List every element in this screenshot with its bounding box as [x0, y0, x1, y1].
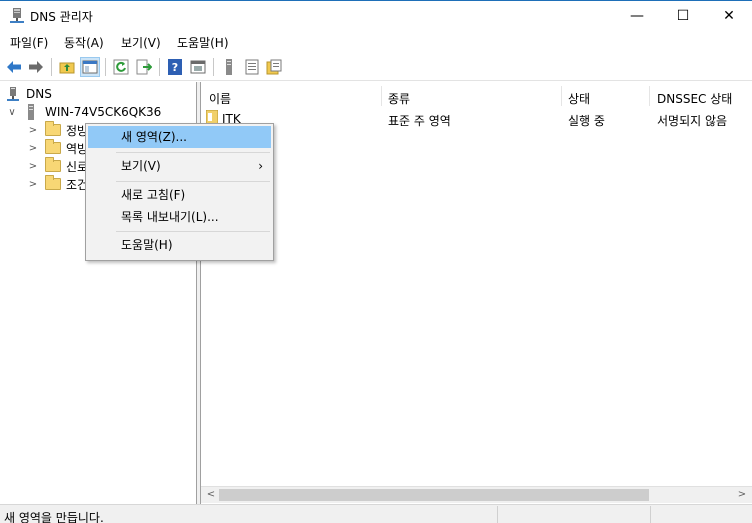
chevron-down-icon[interactable]: ∨ — [6, 107, 18, 118]
menu-export-list-label: 목록 내보내기(L)... — [121, 210, 219, 224]
refresh-icon[interactable] — [111, 57, 131, 77]
menu-help-item[interactable]: 도움말(H) — [88, 234, 271, 256]
server-icon[interactable] — [219, 57, 239, 77]
list-icon[interactable] — [242, 57, 262, 77]
zone-dnssec: 서명되지 않음 — [657, 114, 728, 128]
chevron-right-icon[interactable]: > — [27, 179, 39, 190]
svg-text:?: ? — [172, 61, 178, 74]
menu-separator — [116, 181, 270, 182]
list-pane: 이름 종류 상태 DNSSEC 상태 JTK 표준 주 영역 실행 중 서명되지… — [201, 82, 752, 504]
properties-icon[interactable] — [264, 57, 284, 77]
toolbar-separator — [213, 58, 214, 76]
tree-folder-conditional[interactable]: > 조건 — [27, 175, 88, 193]
context-menu: 새 영역(Z)... 보기(V) › 새로 고침(F) 목록 내보내기(L)..… — [85, 123, 274, 261]
dns-app-icon — [10, 8, 24, 23]
menu-help[interactable]: 도움말(H) — [177, 34, 229, 51]
tree-folder-forward[interactable]: > 정방 — [27, 121, 88, 139]
menu-separator — [116, 152, 270, 153]
menu-separator — [116, 231, 270, 232]
menu-new-zone[interactable]: 새 영역(Z)... — [88, 126, 271, 148]
up-folder-icon[interactable] — [57, 57, 77, 77]
column-header-status[interactable]: 상태 — [568, 90, 590, 107]
folder-icon — [45, 139, 61, 154]
tree-folder-trust[interactable]: > 신로 — [27, 157, 88, 175]
export-list-icon[interactable] — [134, 57, 154, 77]
toolbar-separator — [105, 58, 106, 76]
folder-icon — [45, 157, 61, 172]
column-divider[interactable] — [381, 86, 382, 106]
console-icon[interactable] — [188, 57, 208, 77]
minimize-button[interactable]: — — [614, 1, 660, 31]
status-divider — [650, 506, 651, 523]
dns-root-icon — [7, 86, 19, 101]
toolbar-separator — [51, 58, 52, 76]
menu-export-list[interactable]: 목록 내보내기(L)... — [88, 206, 271, 228]
folder-icon — [45, 121, 61, 136]
menu-file[interactable]: 파일(F) — [10, 34, 48, 51]
maximize-button[interactable]: ☐ — [660, 1, 706, 31]
chevron-right-icon[interactable]: > — [27, 125, 39, 136]
zone-status: 실행 중 — [568, 114, 605, 128]
scrollbar-thumb[interactable] — [219, 489, 649, 501]
forward-arrow-icon[interactable] — [26, 57, 46, 77]
menu-view-submenu[interactable]: 보기(V) › — [88, 155, 271, 177]
submenu-arrow-icon: › — [258, 159, 263, 173]
tree-server-node[interactable]: ∨ WIN-74V5CK6QK36 — [6, 103, 161, 121]
show-hide-tree-icon[interactable] — [80, 57, 100, 77]
zone-icon — [206, 110, 218, 124]
chevron-right-icon[interactable]: > — [27, 143, 39, 154]
zone-type: 표준 주 영역 — [388, 114, 451, 128]
menu-refresh[interactable]: 새로 고침(F) — [88, 184, 271, 206]
column-header-name[interactable]: 이름 — [209, 90, 231, 107]
back-arrow-icon[interactable] — [4, 57, 24, 77]
close-button[interactable]: ✕ — [706, 1, 752, 31]
title-bar: DNS 관리자 — ☐ ✕ — [0, 0, 752, 31]
scroll-right-icon[interactable]: > — [734, 487, 750, 503]
menu-help-label: 도움말(H) — [121, 238, 173, 252]
menu-new-zone-label: 새 영역(Z)... — [121, 130, 187, 144]
menu-view[interactable]: 보기(V) — [121, 34, 161, 51]
tree-server-label: WIN-74V5CK6QK36 — [45, 105, 162, 119]
column-divider[interactable] — [561, 86, 562, 106]
menu-bar: 파일(F) 동작(A) 보기(V) 도움말(H) — [0, 31, 752, 53]
column-header-type[interactable]: 종류 — [388, 90, 410, 107]
status-bar: 새 영역을 만듭니다. — [0, 504, 752, 523]
status-divider — [497, 506, 498, 523]
tree-root-label: DNS — [26, 87, 52, 101]
folder-icon — [45, 175, 61, 190]
menu-refresh-label: 새로 고침(F) — [121, 188, 186, 202]
toolbar: ? — [0, 54, 752, 81]
column-divider[interactable] — [649, 86, 650, 106]
scroll-left-icon[interactable]: < — [203, 487, 219, 503]
horizontal-scrollbar[interactable]: < > — [201, 486, 752, 503]
menu-view-label: 보기(V) — [121, 159, 161, 173]
tree-root-dns[interactable]: DNS — [6, 85, 52, 103]
status-text: 새 영역을 만듭니다. — [4, 511, 104, 523]
toolbar-separator — [159, 58, 160, 76]
chevron-right-icon[interactable]: > — [27, 161, 39, 172]
server-icon — [28, 104, 34, 120]
menu-action[interactable]: 동작(A) — [64, 34, 104, 51]
column-header-dnssec[interactable]: DNSSEC 상태 — [657, 90, 732, 107]
tree-folder-reverse[interactable]: > 역방 — [27, 139, 88, 157]
help-icon[interactable]: ? — [165, 57, 185, 77]
window-title: DNS 관리자 — [30, 10, 93, 24]
